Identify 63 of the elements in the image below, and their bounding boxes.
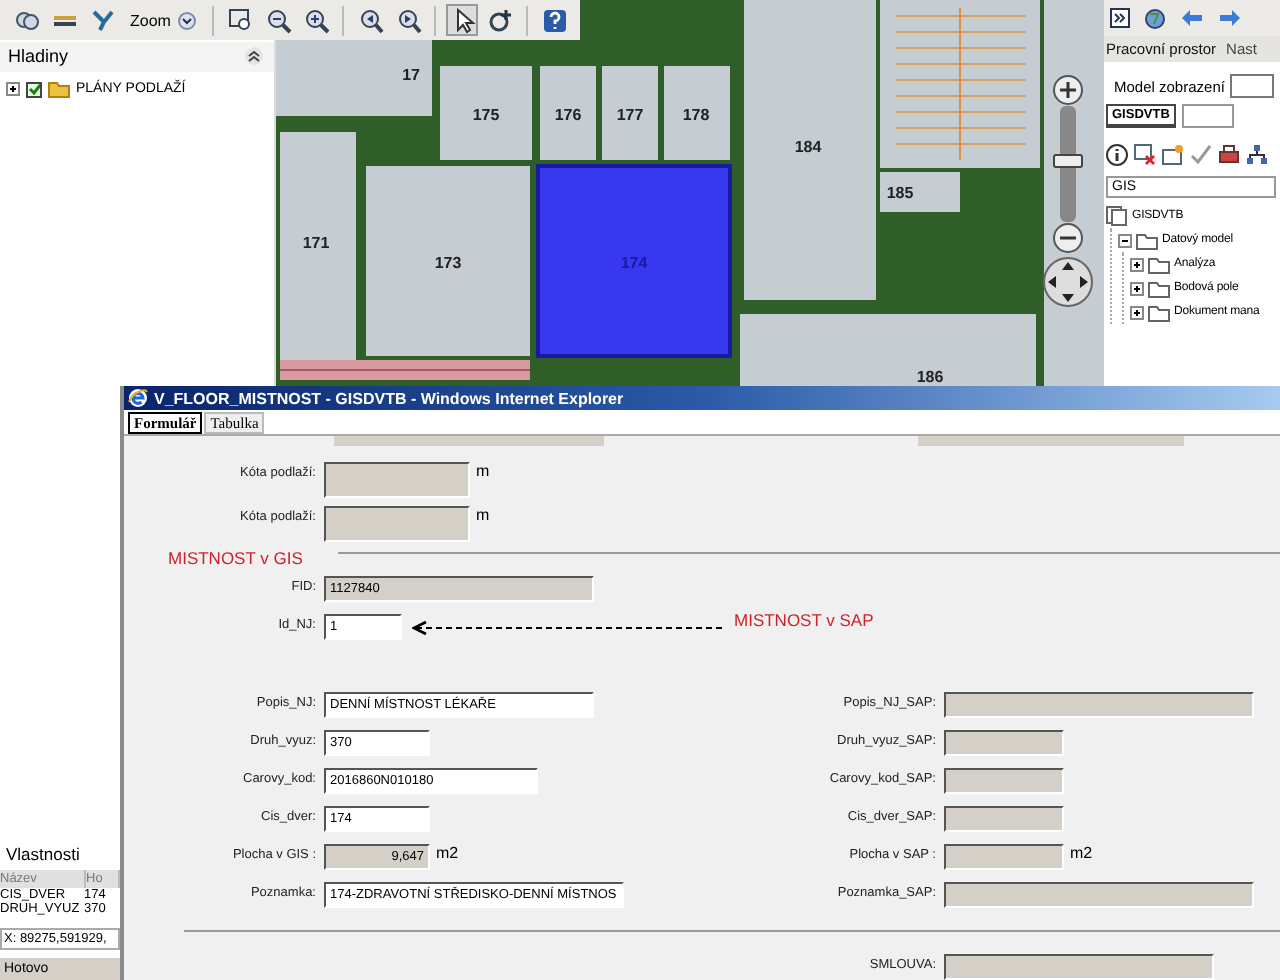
help-icon[interactable] xyxy=(538,4,571,36)
room[interactable]: 178 xyxy=(664,66,730,160)
zoom-slider[interactable] xyxy=(1053,106,1083,222)
info-icon[interactable] xyxy=(1106,144,1128,166)
zoom-in-button[interactable] xyxy=(1053,75,1083,105)
folder-icon xyxy=(1148,279,1170,297)
slider-thumb[interactable] xyxy=(1053,154,1083,168)
folder-icon xyxy=(48,80,70,98)
expand-icon[interactable] xyxy=(1130,281,1144,295)
checkbox[interactable] xyxy=(26,81,42,97)
expand-panel-icon[interactable] xyxy=(1110,8,1130,28)
unit-label: m xyxy=(476,462,490,480)
input-field[interactable] xyxy=(1230,74,1275,98)
input-field[interactable] xyxy=(324,506,470,542)
delete-selection-icon[interactable] xyxy=(1134,144,1156,166)
expand-icon[interactable] xyxy=(1130,257,1144,271)
section-heading: MISTNOST v SAP xyxy=(734,610,874,630)
input-field[interactable] xyxy=(944,768,1064,794)
unit-label: m2 xyxy=(436,844,459,862)
folder-icon xyxy=(1148,303,1170,321)
forward-arrow-icon[interactable] xyxy=(1218,8,1242,28)
input-field[interactable] xyxy=(944,844,1064,870)
pointer-icon[interactable] xyxy=(446,4,479,36)
room[interactable]: 173 xyxy=(366,166,530,356)
new-item-icon[interactable] xyxy=(1162,144,1184,166)
room[interactable]: 186 xyxy=(740,314,1036,386)
folder-icon xyxy=(1136,231,1158,249)
zoom-out-icon[interactable] xyxy=(262,4,295,36)
checkmark-icon[interactable] xyxy=(1190,144,1212,166)
dropdown-icon xyxy=(178,11,197,29)
input-field[interactable] xyxy=(944,806,1064,832)
panel-title: Hladiny xyxy=(8,46,69,66)
folder-icon xyxy=(1148,255,1170,273)
zoom-in-icon[interactable] xyxy=(300,4,333,36)
collapse-icon[interactable] xyxy=(244,46,264,66)
zoom-out-button[interactable] xyxy=(1053,223,1083,253)
input-field[interactable] xyxy=(944,882,1254,908)
back-arrow-icon[interactable] xyxy=(1180,8,1204,28)
select-icon[interactable] xyxy=(484,4,517,36)
print-icon[interactable] xyxy=(1218,144,1240,166)
zoom-menu[interactable]: Zoom xyxy=(124,11,203,29)
room[interactable]: 177 xyxy=(602,66,658,160)
expand-icon[interactable] xyxy=(1130,305,1144,319)
input-field[interactable] xyxy=(324,462,470,498)
view-tab[interactable] xyxy=(1181,104,1234,128)
room[interactable]: 175 xyxy=(440,66,532,160)
room[interactable]: 185 xyxy=(880,172,960,212)
input-field[interactable] xyxy=(944,954,1214,980)
input-field[interactable] xyxy=(918,436,1184,446)
pan-control-icon[interactable] xyxy=(1043,257,1093,307)
unit-label: m xyxy=(476,506,490,524)
network-icon[interactable] xyxy=(1246,144,1268,166)
collapse-icon[interactable] xyxy=(1118,233,1132,247)
expand-icon[interactable] xyxy=(6,82,20,96)
input-field[interactable] xyxy=(944,730,1064,756)
input-field[interactable] xyxy=(944,692,1254,718)
room[interactable]: 184 xyxy=(744,0,876,300)
window-title: V_FLOOR_MISTNOST - GISDVTB - Windows Internet Explorer xyxy=(154,389,624,407)
unit-label: m2 xyxy=(1070,844,1093,862)
section-heading: MISTNOST v GIS xyxy=(168,548,303,568)
panel-title: Vlastnosti xyxy=(4,842,82,868)
room[interactable]: 176 xyxy=(540,66,596,160)
input-field[interactable] xyxy=(334,436,604,446)
